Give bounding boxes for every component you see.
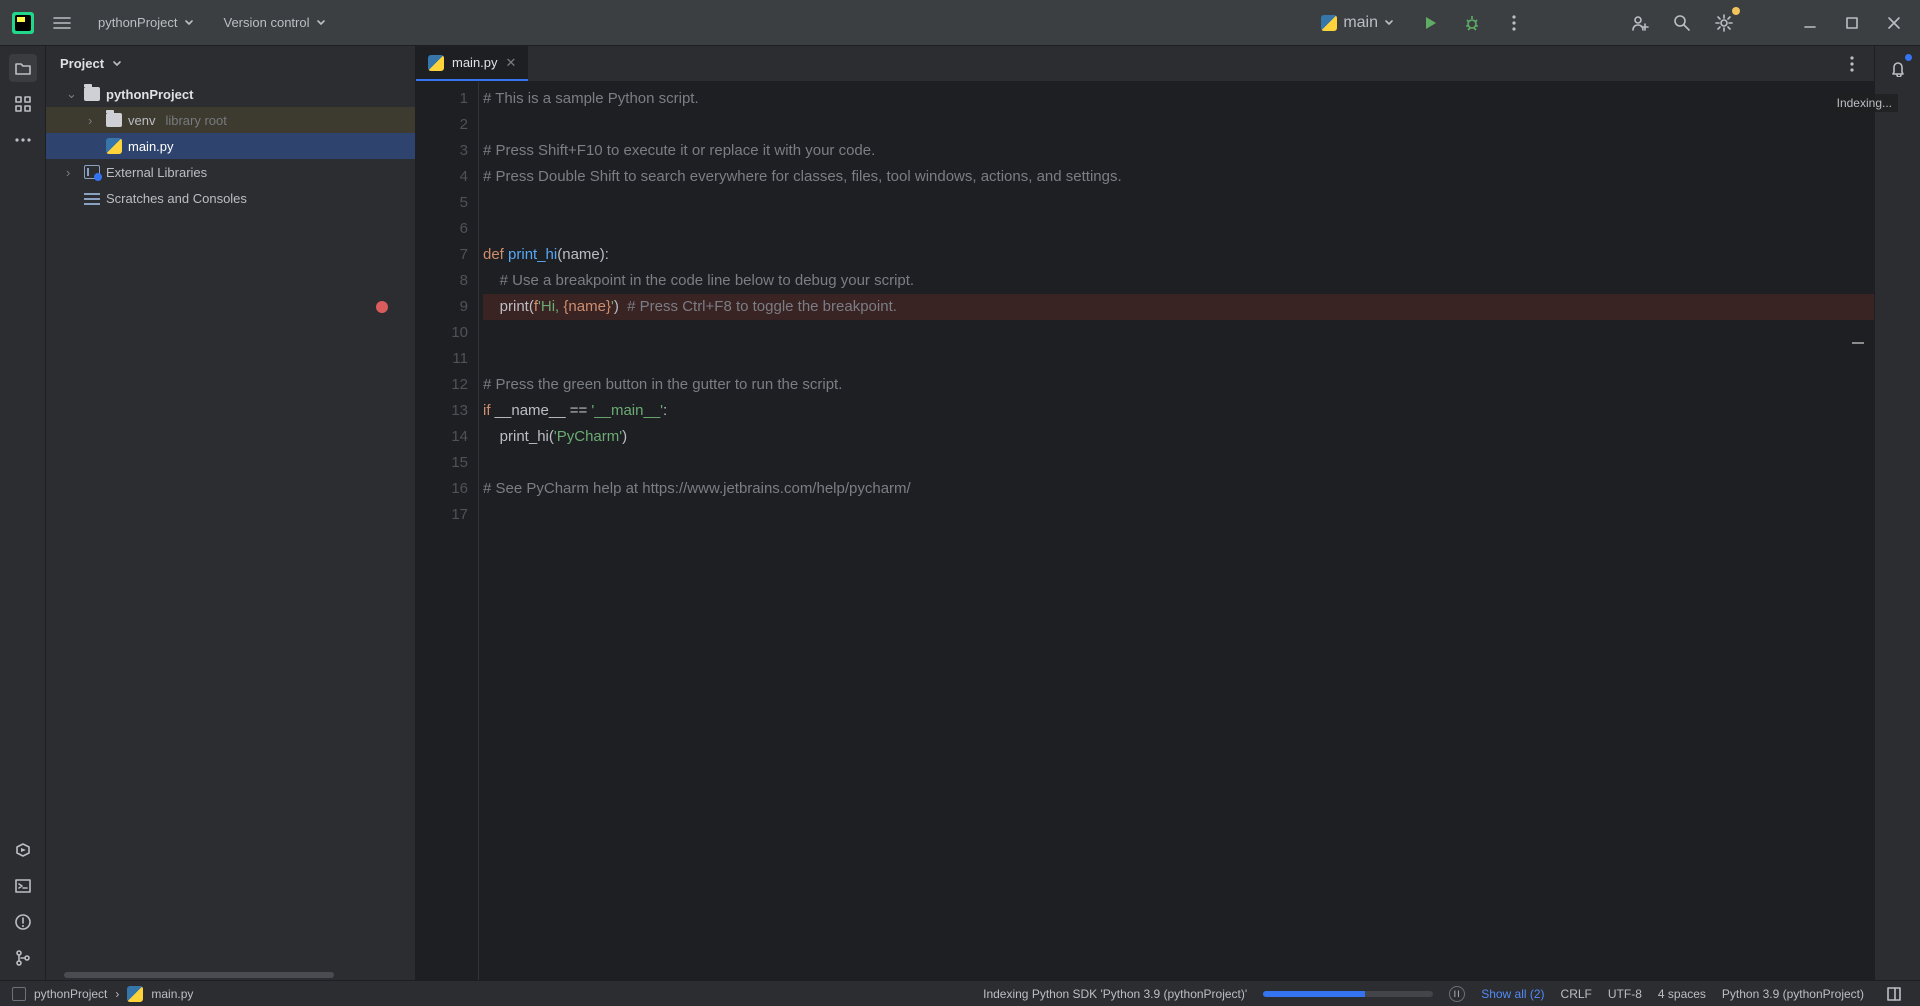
terminal-tool-button[interactable] (9, 872, 37, 900)
run-config-dropdown[interactable]: main (1313, 11, 1402, 35)
project-tool-button[interactable] (9, 54, 37, 82)
project-panel: Project ⌄ pythonProject › venv library r… (46, 46, 416, 980)
tree-venv-label: venv (128, 113, 155, 128)
indexing-progress-bar (1263, 991, 1433, 997)
tree-extlib-label: External Libraries (106, 165, 207, 180)
structure-tool-button[interactable] (9, 90, 37, 118)
notifications-button[interactable] (1884, 54, 1912, 82)
workbench: Project ⌄ pythonProject › venv library r… (0, 46, 1920, 980)
window-minimize-button[interactable] (1796, 9, 1824, 37)
vcs-dropdown[interactable]: Version control (216, 11, 334, 34)
python-file-icon (127, 986, 143, 1002)
scratches-icon (84, 191, 100, 205)
debug-button[interactable] (1458, 9, 1486, 37)
editor-tabs: main.py ✕ (416, 46, 1874, 82)
editor-gutter[interactable]: 12345678 9 1011121314151617 (416, 82, 478, 980)
more-actions-button[interactable] (1500, 9, 1528, 37)
chevron-right-icon: › (115, 987, 119, 1001)
line-separator-widget[interactable]: CRLF (1561, 987, 1592, 1001)
title-bar: pythonProject Version control main (0, 0, 1920, 46)
services-tool-button[interactable] (9, 836, 37, 864)
notification-dot-icon (1905, 54, 1912, 61)
main-menu-button[interactable] (48, 9, 76, 37)
window-maximize-button[interactable] (1838, 9, 1866, 37)
tree-external-libraries[interactable]: › External Libraries (46, 159, 415, 185)
search-everywhere-button[interactable] (1668, 9, 1696, 37)
code-content[interactable]: # This is a sample Python script. # Pres… (479, 82, 1874, 980)
run-config-name: main (1343, 14, 1378, 32)
more-tools-button[interactable] (9, 126, 37, 154)
project-tree: ⌄ pythonProject › venv library root main… (46, 81, 415, 970)
encoding-widget[interactable]: UTF-8 (1608, 987, 1642, 1001)
editor-area: main.py ✕ 12345678 9 1011121314151617 # … (416, 46, 1874, 980)
tree-file-main[interactable]: main.py (46, 133, 415, 159)
folder-icon (84, 87, 100, 101)
python-file-icon (106, 138, 122, 154)
library-icon (84, 165, 100, 179)
project-panel-scrollbar[interactable] (46, 970, 415, 980)
editor-tab-actions-button[interactable] (1838, 50, 1866, 78)
project-name: pythonProject (98, 15, 178, 30)
indexing-pause-button[interactable]: II (1449, 986, 1465, 1002)
tree-scratches[interactable]: Scratches and Consoles (46, 185, 415, 211)
tree-root-project[interactable]: ⌄ pythonProject (46, 81, 415, 107)
status-bar: pythonProject › main.py Indexing Python … (0, 980, 1920, 1006)
tree-venv-folder[interactable]: › venv library root (46, 107, 415, 133)
run-button[interactable] (1416, 9, 1444, 37)
code-editor[interactable]: 12345678 9 1011121314151617 # This is a … (416, 82, 1874, 980)
crumb-project: pythonProject (34, 987, 107, 1001)
indent-widget[interactable]: 4 spaces (1658, 987, 1706, 1001)
indexing-status-text: Indexing Python SDK 'Python 3.9 (pythonP… (983, 987, 1247, 1001)
left-tool-rail (0, 46, 46, 980)
project-panel-header[interactable]: Project (46, 46, 415, 81)
code-with-me-button[interactable] (1626, 9, 1654, 37)
tab-label: main.py (452, 55, 498, 70)
interpreter-widget[interactable]: Python 3.9 (pythonProject) (1722, 987, 1864, 1001)
project-dropdown[interactable]: pythonProject (90, 11, 202, 34)
module-icon (12, 987, 26, 1001)
tree-scratches-label: Scratches and Consoles (106, 191, 247, 206)
error-stripe-mark[interactable] (1852, 342, 1864, 344)
crumb-file: main.py (151, 987, 193, 1001)
breakpoint-icon[interactable]: 9 (416, 294, 468, 320)
tab-main-py[interactable]: main.py ✕ (416, 46, 528, 81)
tree-root-label: pythonProject (106, 87, 193, 102)
app-logo-icon (12, 12, 34, 34)
tree-file-label: main.py (128, 139, 174, 154)
python-file-icon (428, 55, 444, 71)
vcs-label: Version control (224, 15, 310, 30)
tab-close-button[interactable]: ✕ (506, 55, 517, 71)
python-file-icon (1321, 15, 1337, 31)
settings-button[interactable] (1710, 9, 1738, 37)
vcs-tool-button[interactable] (9, 944, 37, 972)
window-close-button[interactable] (1880, 9, 1908, 37)
problems-tool-button[interactable] (9, 908, 37, 936)
folder-icon (106, 113, 122, 127)
indexing-pill: Indexing... (1831, 94, 1898, 112)
show-all-tasks-link[interactable]: Show all (2) (1481, 987, 1544, 1001)
reader-mode-button[interactable] (1880, 980, 1908, 1006)
tree-venv-hint: library root (165, 113, 226, 128)
right-tool-rail (1874, 46, 1920, 980)
settings-update-dot-icon (1732, 7, 1740, 15)
project-panel-title: Project (60, 56, 104, 71)
navigation-breadcrumb[interactable]: pythonProject › main.py (12, 986, 193, 1002)
